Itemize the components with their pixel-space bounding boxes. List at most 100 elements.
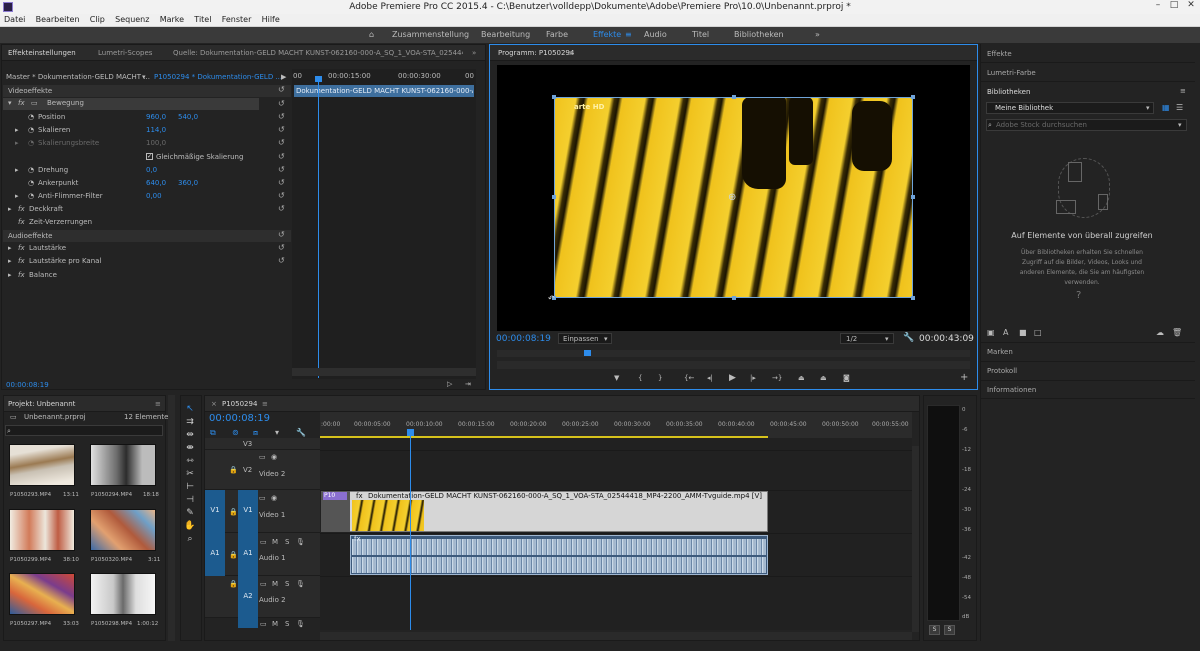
project-item-thumbnail[interactable] — [90, 509, 156, 551]
expand-chevron-icon[interactable]: ▾ — [8, 99, 12, 107]
menu-hilfe[interactable]: Hilfe — [258, 14, 284, 24]
menu-marke[interactable]: Marke — [156, 14, 188, 24]
play-icon[interactable]: ▶ — [729, 373, 736, 383]
solo-button[interactable]: S — [285, 538, 289, 546]
menu-clip[interactable]: Clip — [86, 14, 109, 24]
add-content-icon[interactable]: ▣ — [987, 328, 995, 337]
fx-icon[interactable]: fx — [18, 271, 25, 279]
go-to-in-icon[interactable]: {← — [684, 374, 694, 382]
project-scrollbar[interactable] — [168, 395, 175, 641]
markers-tab[interactable]: Marken — [987, 348, 1013, 356]
microphone-icon[interactable]: 🎙 — [296, 538, 305, 546]
timeline-horizontal-scrollbar[interactable] — [320, 632, 912, 640]
toggle-output-icon[interactable]: ▭ — [259, 453, 266, 461]
track-lanes[interactable] — [320, 438, 912, 630]
reset-opacity-icon[interactable]: ↺ — [278, 204, 285, 213]
effect-mini-timeline[interactable] — [292, 69, 476, 379]
expand-chevron-icon[interactable]: ▸ — [8, 257, 12, 265]
color-swatch-icon[interactable]: ■ — [1019, 328, 1027, 337]
wrench-icon[interactable]: 🔧 — [903, 333, 914, 343]
reset-uniform-icon[interactable]: ↺ — [278, 152, 285, 161]
sequence-menu-icon[interactable]: ≡ — [262, 400, 268, 408]
fx-icon[interactable]: fx — [18, 244, 25, 252]
slide-tool-icon[interactable]: ⊣ — [183, 495, 197, 505]
reset-motion-icon[interactable]: ↺ — [278, 99, 285, 108]
program-timecode[interactable]: 00:00:08:19 — [496, 334, 551, 344]
menu-fenster[interactable]: Fenster — [218, 14, 256, 24]
lock-icon[interactable]: 🔒 — [229, 508, 238, 516]
mute-button[interactable]: M — [272, 538, 278, 546]
workspace-menu-icon[interactable]: ≡ — [625, 30, 632, 39]
program-scrub-bar[interactable] — [497, 350, 970, 357]
libraries-menu-icon[interactable]: ≡ — [1180, 87, 1186, 95]
timeline-wrench-icon[interactable]: 🔧 — [296, 428, 306, 437]
transform-handle[interactable] — [552, 195, 556, 199]
maximize-button[interactable]: □ — [1166, 0, 1182, 12]
project-item-thumbnail[interactable] — [9, 444, 75, 486]
razor-tool-icon[interactable]: ✂ — [183, 469, 197, 479]
voice-over-icon[interactable]: ▭ — [260, 580, 267, 588]
track-target-v1[interactable]: V1 — [238, 490, 258, 533]
stopwatch-icon[interactable]: ◔ — [28, 166, 34, 174]
stopwatch-icon[interactable]: ◔ — [28, 113, 34, 121]
workspace-titel[interactable]: Titel — [692, 30, 709, 39]
rotation-value[interactable]: 0,0 — [146, 166, 157, 174]
reset-channel-volume-icon[interactable]: ↺ — [278, 256, 285, 265]
eye-icon[interactable]: ◉ — [271, 453, 277, 461]
graphic-icon[interactable]: □ — [1034, 328, 1042, 337]
close-sequence-icon[interactable]: × — [211, 400, 217, 408]
transform-handle[interactable] — [911, 95, 915, 99]
project-title[interactable]: Projekt: Unbenannt — [8, 400, 75, 408]
mark-in-icon[interactable]: { — [638, 374, 642, 382]
fx-icon[interactable]: fx — [18, 99, 25, 107]
toggle-output-icon[interactable]: ▭ — [259, 494, 266, 502]
track-select-tool-icon[interactable]: ⇉ — [183, 417, 197, 427]
chevron-down-icon[interactable]: ▾ — [142, 73, 146, 81]
stopwatch-icon[interactable]: ◔ — [28, 179, 34, 187]
timeline-timecode[interactable]: 00:00:08:19 — [209, 413, 270, 424]
reset-flicker-icon[interactable]: ↺ — [278, 191, 285, 200]
track-target-a2[interactable]: A2 — [238, 576, 258, 628]
track-v3-label[interactable]: V3 — [243, 440, 252, 448]
lumetri-color-tab[interactable]: Lumetri-Farbe — [987, 69, 1036, 77]
mute-button[interactable]: M — [272, 580, 278, 588]
transform-handle[interactable] — [732, 95, 736, 99]
camera-icon[interactable]: ◙ — [843, 374, 850, 382]
timeline-playhead-handle[interactable] — [407, 429, 414, 436]
nest-icon[interactable]: ⧈ — [253, 428, 258, 438]
lock-icon[interactable]: 🔒 — [229, 466, 238, 474]
source-patch-a1[interactable]: A1 — [205, 533, 225, 576]
transform-handle[interactable] — [911, 195, 915, 199]
snap-icon[interactable]: ⧉ — [210, 428, 216, 438]
grid-view-icon[interactable]: ▦ — [1162, 103, 1170, 112]
step-forward-icon[interactable]: |▸ — [750, 374, 756, 382]
pen-tool-icon[interactable]: ✎ — [183, 508, 197, 518]
more-workspaces-icon[interactable]: » — [815, 30, 820, 39]
expand-chevron-icon[interactable]: ▸ — [15, 126, 19, 134]
go-to-out-icon[interactable]: →} — [772, 374, 782, 382]
transform-handle[interactable] — [911, 296, 915, 300]
expand-chevron-icon[interactable]: ▸ — [15, 166, 19, 174]
stopwatch-icon[interactable]: ◔ — [28, 126, 34, 134]
stopwatch-icon[interactable]: ◔ — [28, 192, 34, 200]
solo-button[interactable]: S — [285, 580, 289, 588]
text-style-icon[interactable]: A — [1003, 328, 1008, 337]
anchor-x-value[interactable]: 640,0 — [146, 179, 166, 187]
history-tab[interactable]: Protokoll — [987, 367, 1017, 375]
menu-titel[interactable]: Titel — [190, 14, 215, 24]
trash-icon[interactable]: 🗑 — [1172, 328, 1182, 337]
workspace-audio[interactable]: Audio — [644, 30, 667, 39]
play-only-audio-icon[interactable]: ▶ — [281, 73, 286, 81]
project-search-input[interactable] — [5, 425, 163, 436]
eye-icon[interactable]: ◉ — [271, 494, 277, 502]
voice-over-icon[interactable]: ▭ — [260, 620, 267, 628]
uniform-scale-checkbox[interactable]: ✓ — [146, 153, 153, 160]
linked-selection-icon[interactable]: ⊚ — [232, 428, 239, 437]
workspace-effekte[interactable]: Effekte — [593, 30, 621, 39]
project-item-thumbnail[interactable] — [90, 573, 156, 615]
lock-icon[interactable]: 🔒 — [229, 580, 238, 588]
workspace-farbe[interactable]: Farbe — [546, 30, 568, 39]
reset-icon[interactable]: ↺ — [278, 230, 285, 239]
solo-right-button[interactable]: S — [944, 625, 955, 635]
microphone-icon[interactable]: 🎙 — [296, 620, 305, 628]
